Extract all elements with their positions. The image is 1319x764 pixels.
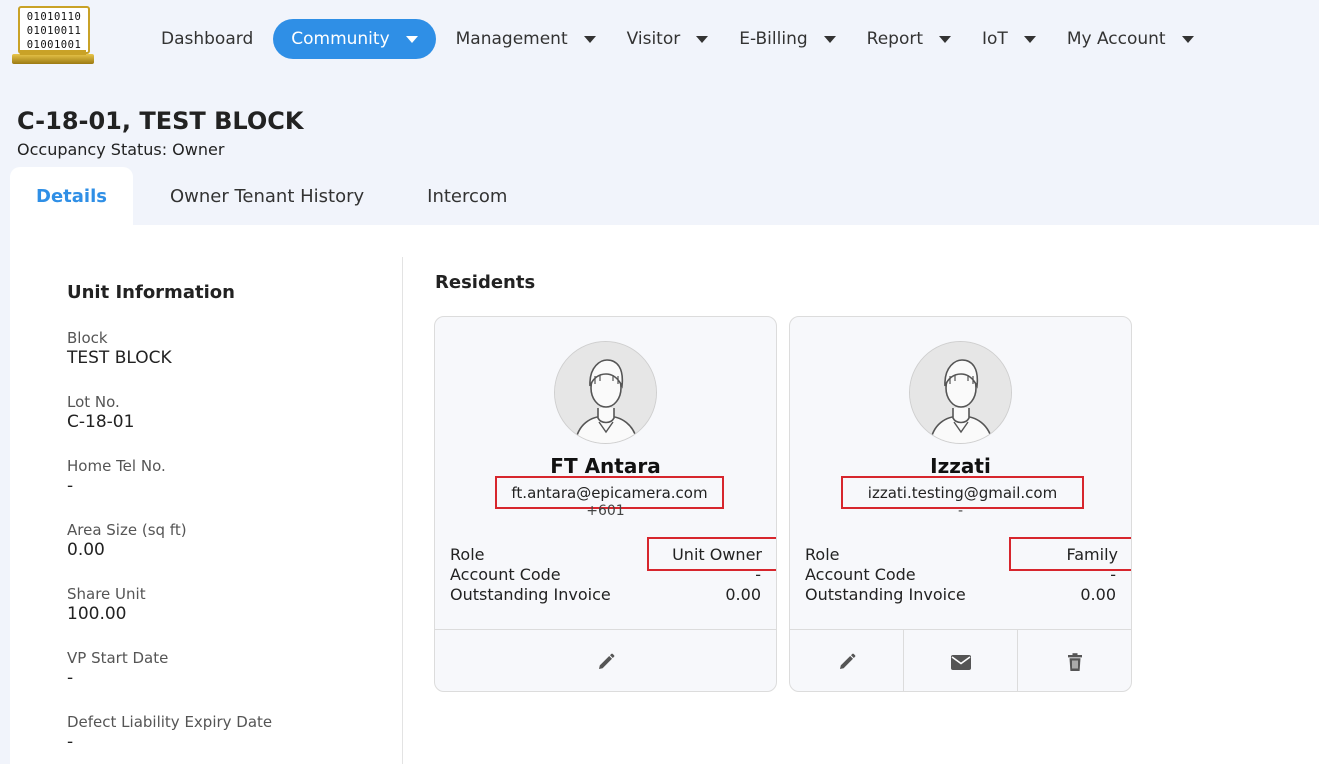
nav-e-billing[interactable]: E-Billing (728, 19, 846, 59)
logo-line: 01010011 (26, 25, 82, 37)
top-navbar: 01010110 01010011 01001001 Dashboard Com… (0, 0, 1319, 78)
nav-label: E-Billing (739, 29, 808, 49)
logo-line: 01010110 (26, 11, 82, 23)
person-avatar-icon (910, 342, 1011, 443)
invoice-value: 0.00 (1080, 585, 1116, 604)
invoice-value: 0.00 (725, 585, 761, 604)
nav-label: Community (291, 29, 390, 49)
occupancy-label: Occupancy Status: (17, 140, 168, 159)
section-title: Unit Information (67, 282, 235, 303)
nav-label: Management (455, 29, 568, 49)
resident-phone: +601 (586, 503, 625, 519)
role-label: Role (450, 545, 485, 564)
nav-report[interactable]: Report (856, 19, 962, 59)
trash-icon (1067, 652, 1082, 671)
envelope-icon (950, 654, 971, 670)
invoice-label: Outstanding Invoice (450, 585, 611, 604)
caret-down-icon (939, 35, 951, 43)
resident-card: FT Antara ft.antara@epicamera.com +601 R… (434, 316, 777, 692)
invoice-label: Outstanding Invoice (805, 585, 966, 604)
card-actions (435, 629, 776, 691)
field-block: Block TEST BLOCK (67, 329, 172, 369)
email-button[interactable] (904, 630, 1018, 691)
caret-down-icon (1181, 35, 1194, 43)
role-value: Family (1009, 537, 1131, 571)
details-panel: Unit Information Block TEST BLOCK Lot No… (10, 225, 1319, 764)
field-label: Defect Liability Expiry Date (67, 713, 273, 731)
caret-down-icon (405, 35, 418, 43)
field-value: 100.00 (67, 604, 127, 624)
logo-base (12, 50, 94, 64)
edit-icon (598, 653, 614, 669)
avatar (909, 341, 1012, 444)
card-actions (790, 629, 1131, 691)
unit-information-section: Unit Information Block TEST BLOCK Lot No… (10, 225, 402, 764)
field-label: Lot No. (67, 393, 120, 411)
field-value: 0.00 (67, 540, 105, 560)
tab-bar: Details Owner Tenant History Intercom (10, 167, 533, 225)
occupancy-value: Owner (172, 140, 225, 159)
nav-label: Visitor (626, 29, 681, 49)
caret-down-icon (1023, 35, 1036, 43)
field-label: Share Unit (67, 585, 146, 603)
nav-label: Report (866, 29, 923, 49)
role-label: Role (805, 545, 840, 564)
edit-icon (839, 653, 855, 669)
app-logo[interactable]: 01010110 01010011 01001001 (12, 4, 94, 64)
caret-down-icon (696, 35, 709, 43)
resident-card: Izzati izzati.testing@gmail.com - Role A… (789, 316, 1132, 692)
field-label: Home Tel No. (67, 457, 166, 475)
account-code-label: Account Code (805, 565, 916, 584)
delete-button[interactable] (1018, 630, 1131, 691)
field-label: Area Size (sq ft) (67, 521, 187, 539)
column-divider (402, 257, 403, 764)
caret-down-icon (823, 35, 836, 43)
nav-label: IoT (982, 29, 1008, 49)
field-lot-no: Lot No. C-18-01 (67, 393, 134, 433)
edit-button[interactable] (790, 630, 904, 691)
field-value: - (67, 476, 74, 496)
nav-label: My Account (1066, 29, 1166, 49)
field-home-tel: Home Tel No. - (67, 457, 166, 497)
page-title: C-18-01, TEST BLOCK (17, 107, 304, 135)
field-value: TEST BLOCK (67, 348, 172, 368)
nav-dashboard[interactable]: Dashboard (150, 19, 264, 59)
occupancy-status: Occupancy Status: Owner (17, 140, 224, 159)
field-defect-liability-expiry: Defect Liability Expiry Date - (67, 713, 272, 753)
field-vp-start-date: VP Start Date - (67, 649, 168, 689)
account-code-label: Account Code (450, 565, 561, 584)
nav-community[interactable]: Community (273, 19, 436, 59)
tab-intercom[interactable]: Intercom (401, 167, 533, 225)
field-value: - (67, 668, 74, 688)
field-value: C-18-01 (67, 412, 135, 432)
field-value: - (67, 732, 74, 752)
nav-my-account[interactable]: My Account (1056, 19, 1205, 59)
field-label: Block (67, 329, 108, 347)
nav-iot[interactable]: IoT (971, 19, 1047, 59)
field-label: VP Start Date (67, 649, 169, 667)
resident-name: Izzati (930, 454, 991, 478)
role-value: Unit Owner (647, 537, 776, 571)
tab-details[interactable]: Details (10, 167, 133, 225)
edit-button[interactable] (435, 630, 776, 691)
nav-visitor[interactable]: Visitor (616, 19, 720, 59)
resident-name: FT Antara (550, 454, 661, 478)
person-avatar-icon (555, 342, 656, 443)
tab-owner-tenant-history[interactable]: Owner Tenant History (133, 167, 401, 225)
main-nav: Dashboard Community Management Visitor E… (150, 19, 1214, 59)
caret-down-icon (583, 35, 596, 43)
resident-phone: - (957, 503, 964, 519)
field-area-size: Area Size (sq ft) 0.00 (67, 521, 187, 561)
outstanding-invoice-row: Outstanding Invoice 0.00 (450, 585, 761, 605)
nav-management[interactable]: Management (445, 19, 607, 59)
logo-binary-plaque: 01010110 01010011 01001001 (18, 6, 90, 54)
nav-label: Dashboard (161, 29, 254, 49)
avatar (554, 341, 657, 444)
field-share-unit: Share Unit 100.00 (67, 585, 146, 625)
residents-title: Residents (435, 272, 536, 293)
outstanding-invoice-row: Outstanding Invoice 0.00 (805, 585, 1116, 605)
